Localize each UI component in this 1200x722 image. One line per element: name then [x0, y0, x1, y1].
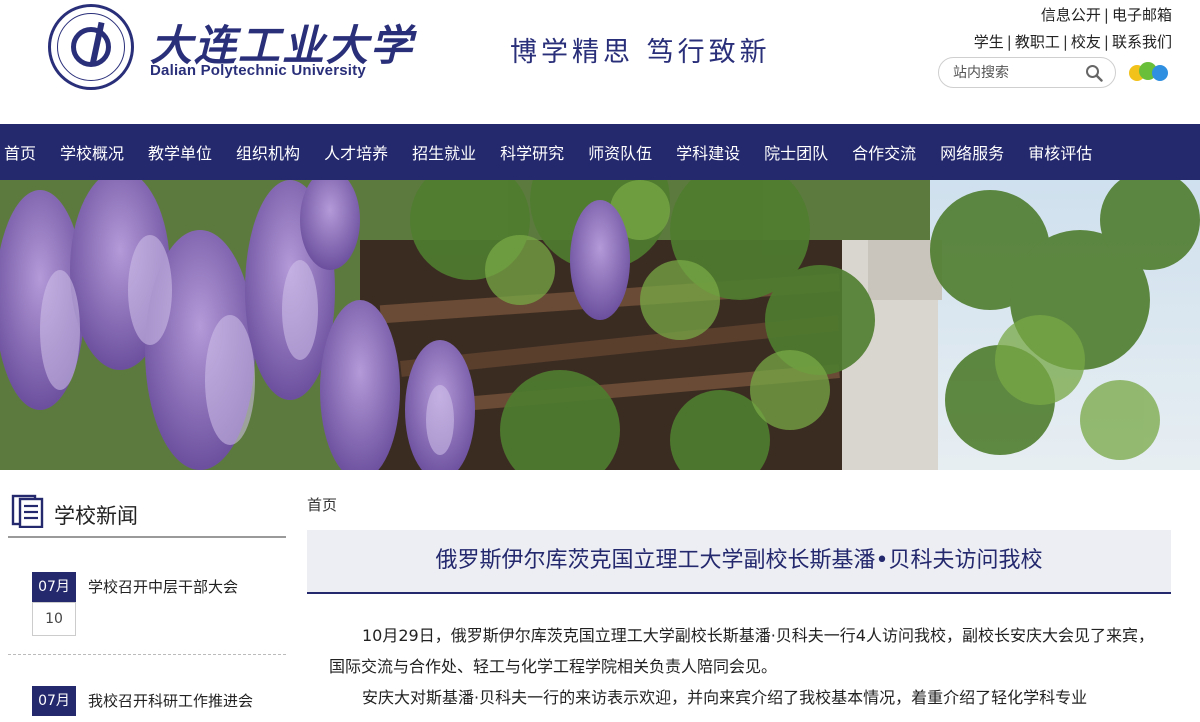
nav-item-faculty[interactable]: 师资队伍 — [588, 140, 652, 164]
link-staff[interactable]: 教职工 — [1015, 33, 1060, 51]
article-title-box: 俄罗斯伊尔库茨克国立理工大学副校长斯基潘•贝科夫访问我校 — [307, 530, 1171, 594]
divider: | — [1103, 6, 1109, 24]
link-info-disclosure[interactable]: 信息公开 — [1041, 6, 1101, 24]
news-title-link[interactable]: 学校召开中层干部大会 — [88, 576, 238, 597]
main-navigation: 首页 学校概况 教学单位 组织机构 人才培养 招生就业 科学研究 师资队伍 学科… — [0, 124, 1200, 180]
top-links-secondary: 学生 | 教职工 | 校友 | 联系我们 — [974, 31, 1172, 52]
divider: | — [1103, 33, 1109, 51]
nav-item-talent-cultivation[interactable]: 人才培养 — [324, 140, 388, 164]
nav-item-organization[interactable]: 组织机构 — [236, 140, 300, 164]
news-month: 07月 — [32, 572, 76, 602]
document-list-icon — [11, 494, 44, 528]
nav-item-disciplines[interactable]: 学科建设 — [676, 140, 740, 164]
wisteria-photo — [0, 180, 1200, 470]
news-day: 10 — [32, 602, 76, 636]
page-title: 俄罗斯伊尔库茨克国立理工大学副校长斯基潘•贝科夫访问我校 — [435, 548, 1043, 573]
article-body: 10月29日，俄罗斯伊尔库茨克国立理工大学副校长斯基潘·贝科夫一行4人访问我校，… — [329, 620, 1159, 713]
nav-item-academicians[interactable]: 院士团队 — [764, 140, 828, 164]
link-students[interactable]: 学生 — [974, 33, 1004, 51]
nav-item-home[interactable]: 首页 — [4, 140, 36, 164]
news-date: 07月 — [32, 686, 76, 716]
nav-item-network-services[interactable]: 网络服务 — [940, 140, 1004, 164]
news-title-link[interactable]: 我校召开科研工作推进会 — [88, 690, 253, 711]
article-paragraph: 10月29日，俄罗斯伊尔库茨克国立理工大学副校长斯基潘·贝科夫一行4人访问我校，… — [329, 626, 1154, 676]
breadcrumb[interactable]: 首页 — [307, 494, 337, 515]
school-news-header: 学校新闻 — [8, 494, 286, 538]
news-date: 07月 10 — [32, 572, 76, 636]
link-email[interactable]: 电子邮箱 — [1112, 6, 1172, 24]
divider — [8, 654, 286, 655]
logo-english-name[interactable]: Dalian Polytechnic University — [150, 62, 366, 79]
divider: | — [1006, 33, 1012, 51]
link-alumni[interactable]: 校友 — [1071, 33, 1101, 51]
seal-emblem-icon — [71, 27, 111, 67]
nav-item-assessment[interactable]: 审核评估 — [1028, 140, 1092, 164]
nav-item-admissions[interactable]: 招生就业 — [412, 140, 476, 164]
search-icon[interactable] — [1085, 64, 1103, 82]
nav-item-research[interactable]: 科学研究 — [500, 140, 564, 164]
news-month: 07月 — [32, 686, 76, 716]
language-switch-icon[interactable] — [1127, 60, 1171, 84]
nav-item-cooperation[interactable]: 合作交流 — [852, 140, 916, 164]
nav-item-teaching-units[interactable]: 教学单位 — [148, 140, 212, 164]
university-seal-logo[interactable] — [48, 4, 134, 90]
site-header: 大连工业大学 Dalian Polytechnic University 博学精… — [0, 0, 1200, 124]
site-search — [938, 57, 1116, 88]
campus-banner-image — [0, 180, 1200, 470]
link-contact[interactable]: 联系我们 — [1112, 33, 1172, 51]
sidebar-title: 学校新闻 — [54, 504, 138, 528]
nav-item-overview[interactable]: 学校概况 — [60, 140, 124, 164]
search-input[interactable] — [953, 63, 1083, 83]
divider: | — [1062, 33, 1068, 51]
article-paragraph: 安庆大对斯基潘·贝科夫一行的来访表示欢迎，并向来宾介绍了我校基本情况，着重介绍了… — [362, 688, 1088, 707]
top-links-primary: 信息公开 | 电子邮箱 — [1041, 4, 1172, 25]
university-motto: 博学精思 笃行致新 — [510, 37, 771, 68]
